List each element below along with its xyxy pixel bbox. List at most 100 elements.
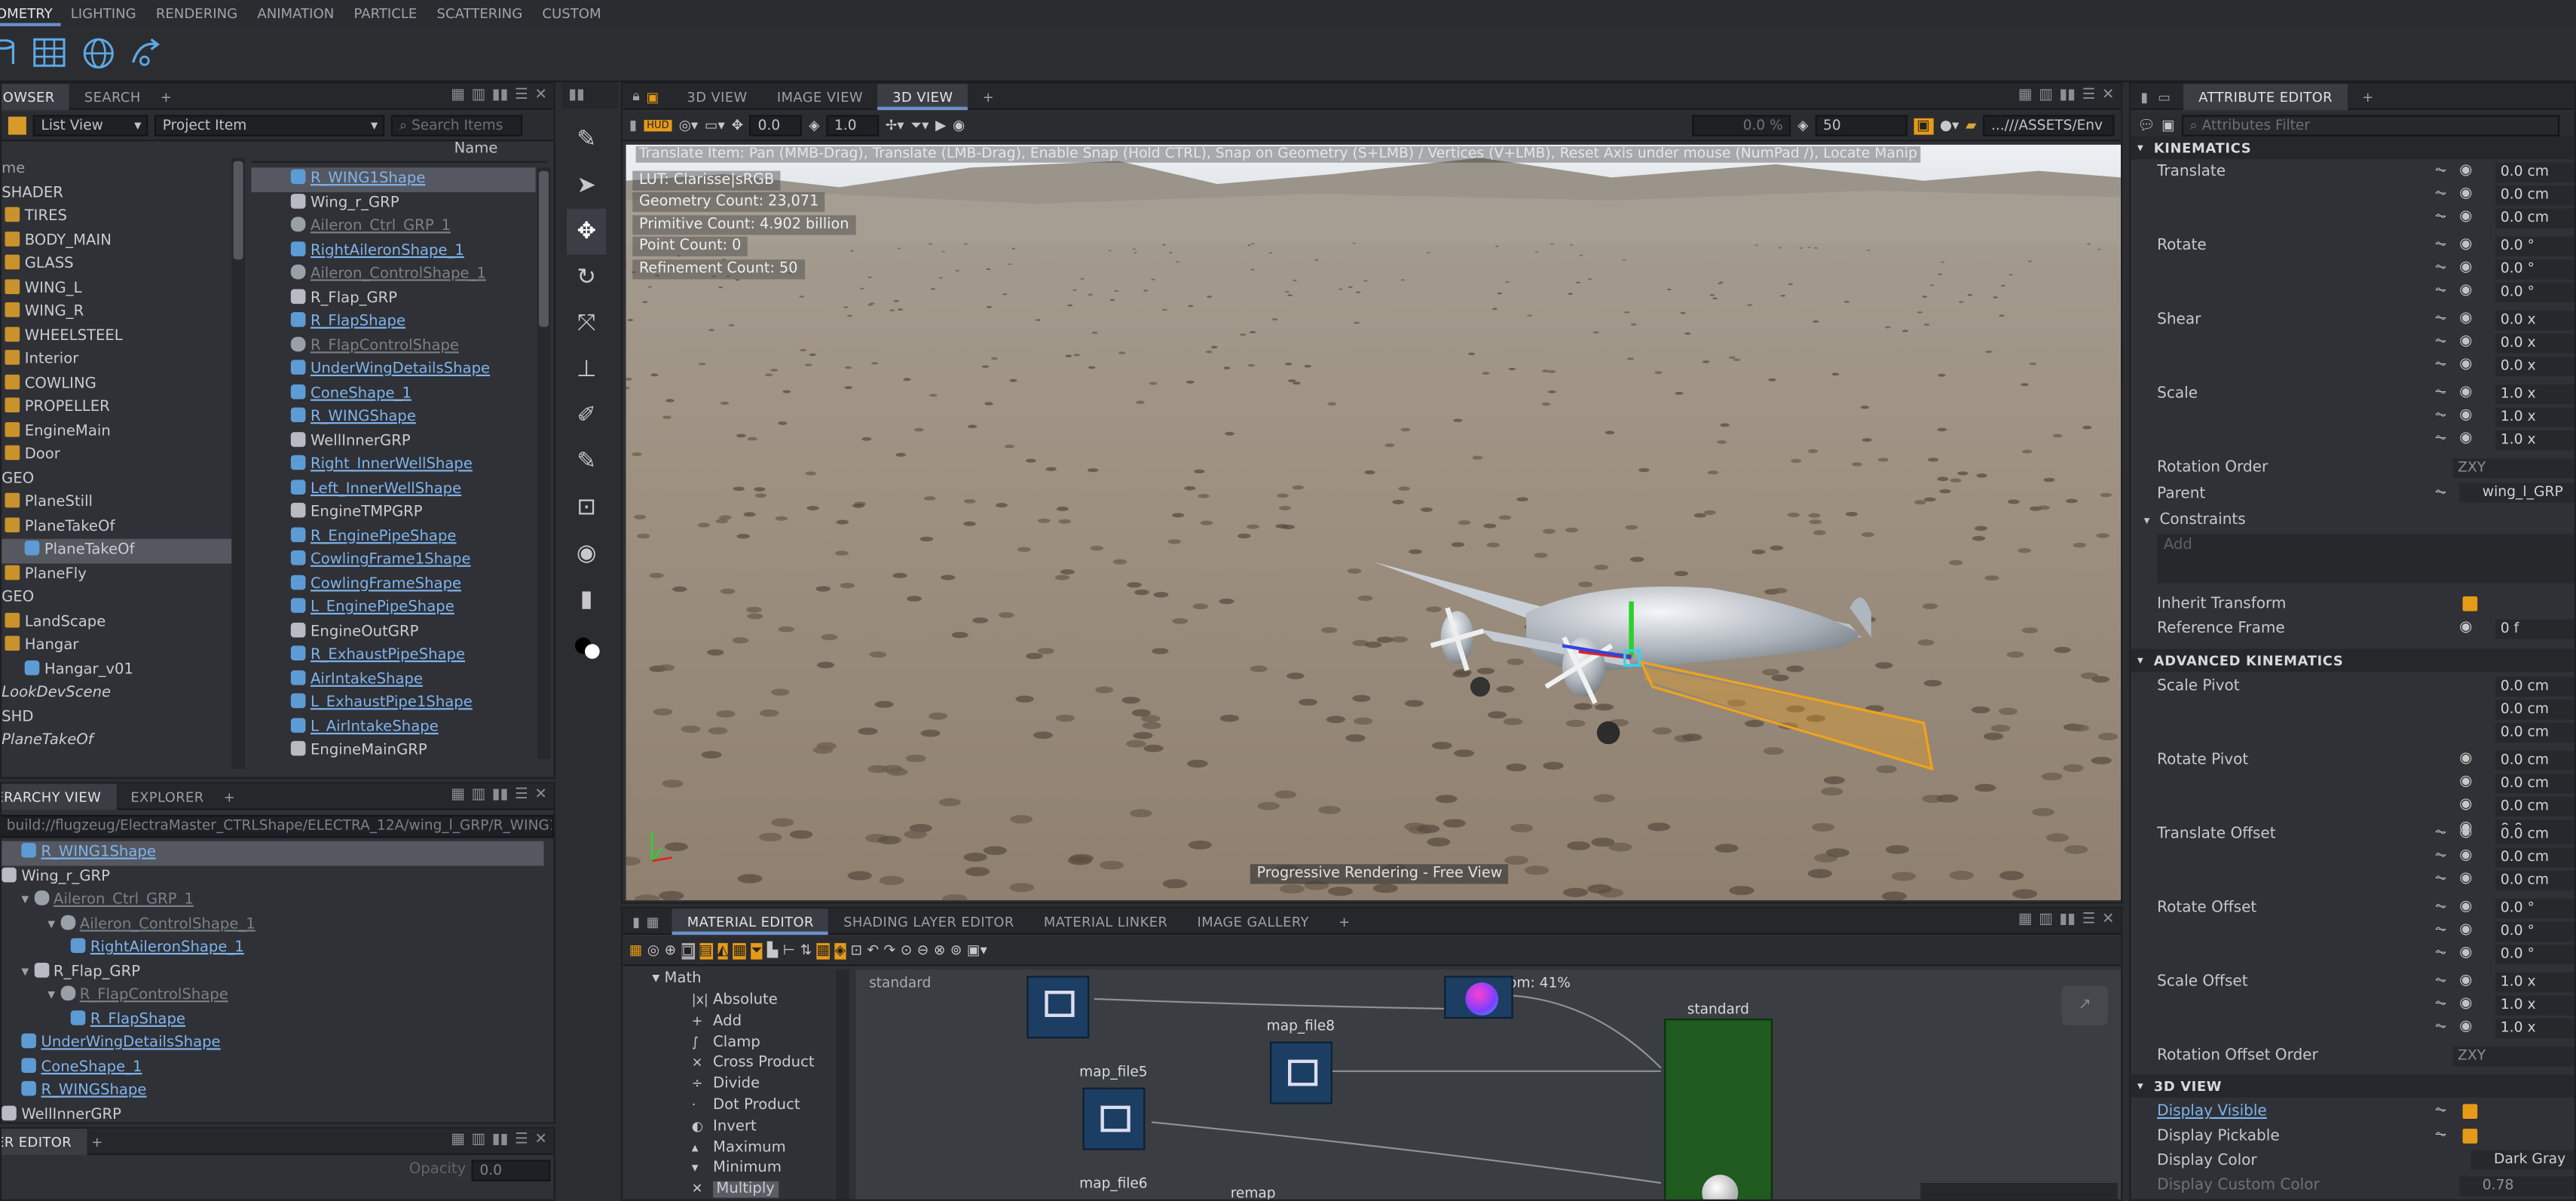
- math-node-cross-product[interactable]: × Cross Product: [626, 1054, 840, 1075]
- rotate-tool-icon[interactable]: ↻: [567, 255, 606, 301]
- filter-icon[interactable]: ⏷▾: [910, 118, 929, 134]
- tool-icon[interactable]: ▦: [816, 942, 831, 959]
- panel-layout-icons[interactable]: ▦ ▥ ▮▮ ☰ ✕: [451, 787, 547, 804]
- section-kinematics[interactable]: ▾ KINEMATICS: [2131, 136, 2574, 160]
- link-icon[interactable]: ◉: [2459, 871, 2472, 887]
- shear-value-1[interactable]: 0.0 x: [2495, 333, 2574, 354]
- tool-icon[interactable]: ◎: [647, 942, 659, 959]
- tool-icon[interactable]: ▦: [629, 942, 643, 959]
- tab-image-gallery[interactable]: IMAGE GALLERY: [1182, 908, 1324, 934]
- main-tab-lighting[interactable]: LIGHTING: [61, 5, 146, 22]
- scale-offset-value-0[interactable]: 1.0 x: [2495, 973, 2574, 993]
- item-r-enginepipeshape[interactable]: R_EnginePipeShape: [252, 525, 536, 549]
- scale-offset-value-2[interactable]: 1.0 x: [2495, 1019, 2574, 1039]
- search-input[interactable]: ⌕ Search Items: [390, 115, 523, 136]
- opacity-field[interactable]: 0.0: [471, 1160, 551, 1181]
- standard-node[interactable]: [1664, 1019, 1773, 1199]
- display-visible-label[interactable]: Display Visible: [2157, 1102, 2267, 1120]
- animate-icon[interactable]: ⏦: [2435, 945, 2447, 961]
- rotate-pivot-value-1[interactable]: 0.0 cm: [2495, 774, 2574, 794]
- grid-icon[interactable]: [33, 38, 66, 67]
- hierarchy-row-r-flapcontrolshape[interactable]: ▾ R_FlapControlShape: [2, 984, 543, 1008]
- lock-icon[interactable]: ▮: [2140, 88, 2148, 105]
- rotate-value-1[interactable]: 0.0 °: [2495, 259, 2574, 280]
- link-icon[interactable]: ◉: [2459, 407, 2472, 424]
- link-icon[interactable]: ◉: [2459, 797, 2472, 813]
- tab-explorer[interactable]: EXPLORER: [116, 783, 219, 809]
- view-mode-select[interactable]: List View ▾: [32, 115, 148, 136]
- tool-icon[interactable]: ⊖: [917, 942, 929, 959]
- library-scrollbar[interactable]: [836, 969, 849, 1199]
- tab-add[interactable]: +: [219, 783, 240, 809]
- sphere-icon[interactable]: ●▾: [1940, 118, 1959, 134]
- scale-pivot-value-2[interactable]: 0.0 cm: [2495, 722, 2574, 743]
- item-l-airintakeshape[interactable]: L_AirIntakeShape: [252, 715, 536, 740]
- hierarchy-row-r-wing1shape[interactable]: R_WING1Shape: [2, 841, 544, 866]
- scale-offset-value-1[interactable]: 1.0 x: [2495, 995, 2574, 1016]
- rotate-pivot-value-2[interactable]: 0.0 cm: [2495, 796, 2574, 817]
- scale-pivot-value-0[interactable]: 0.0 cm: [2495, 676, 2574, 697]
- item-r-flapcontrolshape[interactable]: R_FlapControlShape: [252, 334, 536, 358]
- link-icon[interactable]: ◉: [2459, 163, 2472, 179]
- render-toggle-icon[interactable]: ▣: [1913, 117, 1934, 134]
- math-node-add[interactable]: + Add: [626, 1012, 840, 1033]
- translate-offset-value-0[interactable]: 0.0 cm: [2495, 824, 2574, 845]
- copy-icon[interactable]: ▭: [2158, 88, 2171, 105]
- item-cowlingframe1shape[interactable]: CowlingFrame1Shape: [252, 549, 536, 573]
- link-icon[interactable]: ◉: [2459, 311, 2472, 327]
- animate-icon[interactable]: ⏦: [2435, 485, 2447, 501]
- animate-icon[interactable]: ⏦: [2435, 333, 2447, 350]
- animate-icon[interactable]: ⏦: [2435, 1102, 2447, 1119]
- animate-icon[interactable]: ⏦: [2435, 283, 2447, 299]
- map-file-node-top[interactable]: [1026, 976, 1090, 1039]
- tab-3d-view-1[interactable]: 3D VIEW: [672, 84, 762, 109]
- shear-value-0[interactable]: 0.0 x: [2495, 310, 2574, 331]
- link-icon[interactable]: ◉: [2459, 385, 2472, 401]
- hud-toggle-icon[interactable]: HUD: [643, 120, 673, 132]
- minimap[interactable]: [1920, 1183, 2118, 1199]
- tab-hierarchy-view[interactable]: HIERARCHY VIEW: [2, 783, 116, 810]
- rotation-order-select[interactable]: ZXY: [2452, 458, 2574, 479]
- tool-icon[interactable]: ⊡: [850, 942, 862, 959]
- animate-icon[interactable]: ⏦: [2435, 185, 2447, 202]
- eye-icon[interactable]: ◉: [953, 118, 965, 134]
- viewport-icon[interactable]: ▣: [646, 88, 659, 105]
- tool-icon[interactable]: ▙: [767, 942, 778, 959]
- context-item-body-main[interactable]: BODY_MAIN: [2, 229, 231, 253]
- tab-material-editor[interactable]: MATERIAL EDITOR: [672, 908, 829, 934]
- context-item-lookdevscene[interactable]: LookDevScene: [2, 682, 231, 706]
- hierarchy-row-wellinnergrp[interactable]: WellInnerGRP: [2, 1103, 543, 1122]
- link-icon[interactable]: ◉: [2459, 751, 2472, 767]
- link-icon[interactable]: ◉: [2459, 283, 2472, 299]
- paint-brush-icon[interactable]: ✐: [567, 393, 606, 439]
- expand-arrow-icon[interactable]: ▾: [21, 892, 29, 908]
- animate-icon[interactable]: ⏦: [2435, 209, 2447, 225]
- tool-icon[interactable]: ▦: [733, 942, 747, 959]
- tool-icon[interactable]: ▣▾: [967, 942, 987, 959]
- item-wellinnergrp[interactable]: WellInnerGRP: [252, 430, 536, 454]
- rotate-pivot-value-0[interactable]: 0.0 cm: [2495, 750, 2574, 771]
- link-icon[interactable]: ◉: [2459, 430, 2472, 447]
- attribute-filter[interactable]: ⌕ Attributes Filter: [2181, 115, 2559, 136]
- expand-arrow-icon[interactable]: ▾: [21, 964, 29, 980]
- translate-offset-value-2[interactable]: 0.0 cm: [2495, 870, 2574, 891]
- link-icon[interactable]: ◉: [2459, 774, 2472, 790]
- select-arrow-icon[interactable]: ➤: [567, 163, 606, 209]
- tool-icon[interactable]: ⏷: [751, 942, 763, 959]
- hierarchy-row-r-flap-grp[interactable]: ▾ R_Flap_GRP: [2, 960, 543, 985]
- link-icon[interactable]: ◉: [2459, 847, 2472, 864]
- link-icon[interactable]: ◉: [2459, 996, 2472, 1013]
- tab-add[interactable]: +: [155, 84, 176, 109]
- snap-icon[interactable]: ✢▾: [886, 118, 904, 134]
- link-icon[interactable]: ◉: [2459, 945, 2472, 961]
- animate-icon[interactable]: ⏦: [2435, 922, 2447, 939]
- math-node-minimum[interactable]: ▾ Minimum: [626, 1159, 840, 1180]
- render-canvas[interactable]: Translate Item: Pan (MMB-Drag), Translat…: [626, 144, 2122, 901]
- context-item-planefly[interactable]: PlaneFly: [2, 562, 231, 587]
- close-icon[interactable]: ✕: [534, 1132, 546, 1148]
- animate-icon[interactable]: ⏦: [2435, 237, 2447, 253]
- animate-icon[interactable]: ⏦: [2435, 311, 2447, 327]
- inherit-transform-checkbox[interactable]: [2462, 596, 2478, 611]
- link-icon[interactable]: ◉: [2459, 357, 2472, 373]
- tool-icon[interactable]: ⊕: [665, 942, 677, 959]
